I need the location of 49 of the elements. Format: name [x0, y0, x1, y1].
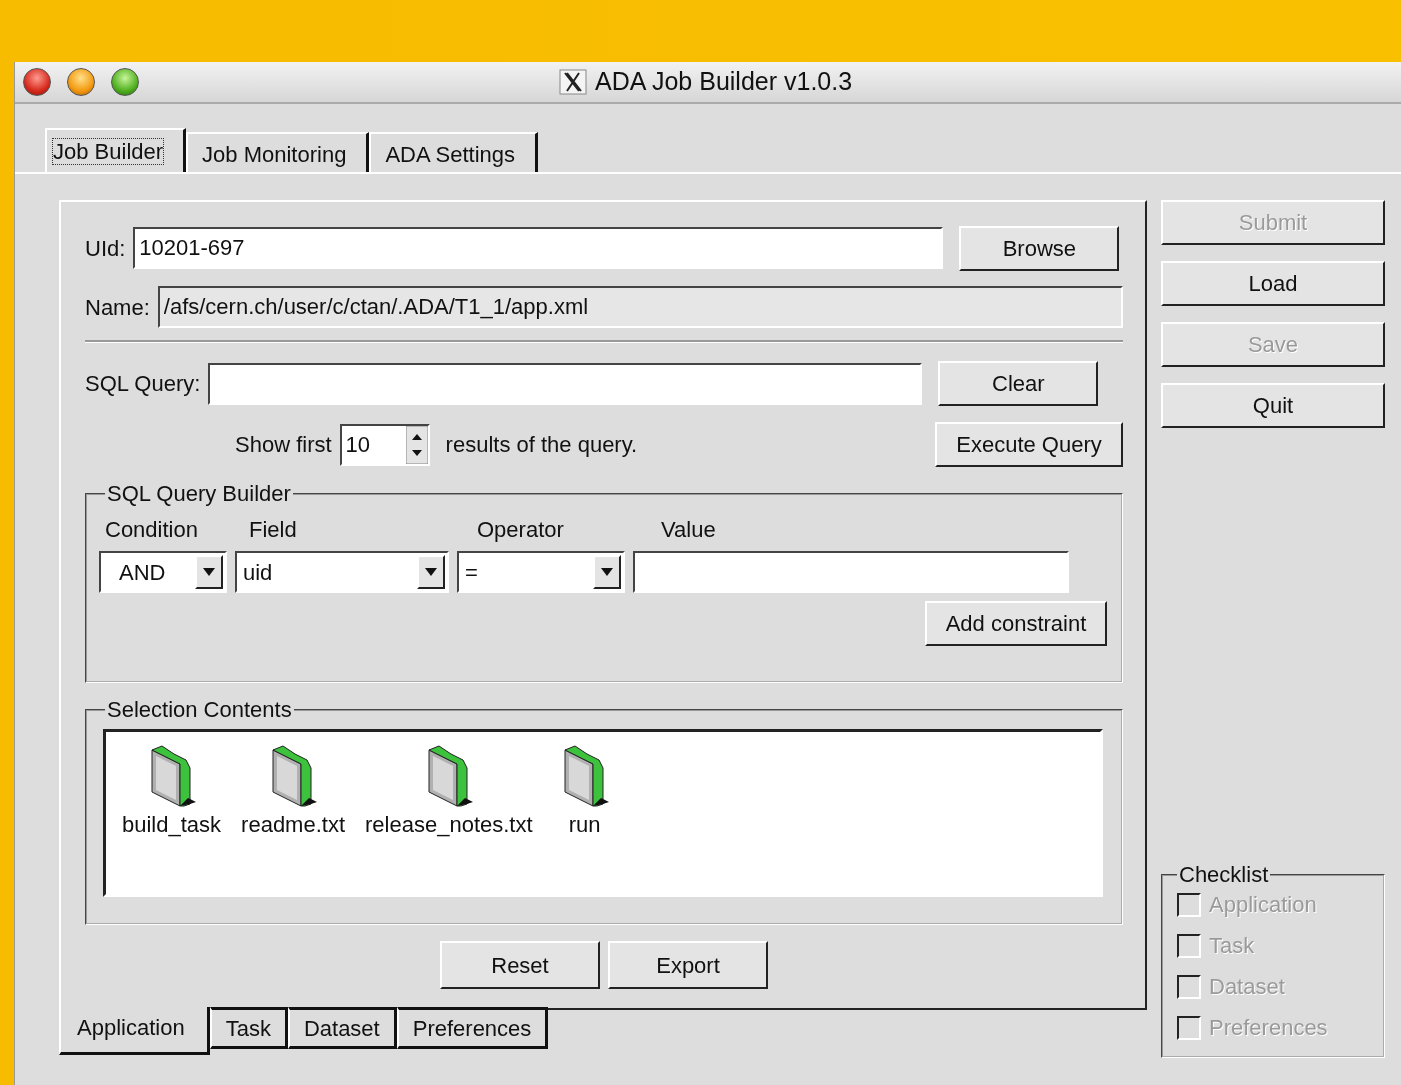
column-header: Field	[249, 517, 297, 542]
tab[interactable]: ADA Settings	[369, 132, 539, 172]
checkbox-label: Preferences	[1209, 1014, 1328, 1042]
operator-select[interactable]: =	[457, 551, 625, 593]
field-select[interactable]: uid	[235, 551, 449, 593]
file-name[interactable]: release_notes.txt	[365, 808, 533, 841]
name-field[interactable]: /afs/cern.ch/user/c/ctan/.ADA/T1_1/app.xml	[157, 286, 1123, 328]
condition-select[interactable]: AND	[99, 551, 227, 593]
add-constraint-button[interactable]: Add constraint	[925, 601, 1107, 646]
browse-button[interactable]: Browse	[959, 225, 1120, 271]
group-title: SQL Query Builder	[106, 483, 292, 505]
file-name[interactable]: build_task	[122, 808, 222, 841]
column-header: Operator	[477, 517, 564, 542]
file-name[interactable]: readme.txt	[241, 808, 345, 841]
checkbox-label: Dataset	[1209, 973, 1285, 1001]
count-spinner[interactable]: 10	[339, 423, 430, 466]
clear-button[interactable]: Clear	[938, 361, 1099, 406]
sql-query-label: SQL Query:	[85, 370, 201, 398]
close-button[interactable]	[23, 68, 51, 96]
group-title: Selection Contents	[106, 699, 293, 721]
execute-query-button[interactable]: Execute Query	[935, 422, 1123, 467]
x-logo-icon	[559, 69, 587, 95]
tab[interactable]: Job Builder	[45, 128, 187, 172]
window-title: ADA Job Builder v1.0.3	[595, 66, 853, 98]
value-field[interactable]	[633, 551, 1069, 593]
tab[interactable]: Job Monitoring	[186, 132, 370, 172]
spin-arrows-icon[interactable]	[405, 425, 428, 464]
tab[interactable]: Task	[209, 1007, 288, 1049]
maximize-button[interactable]	[111, 68, 139, 96]
column-header: Condition	[105, 517, 198, 542]
uid-label: UId:	[85, 234, 126, 263]
file-name[interactable]: run	[568, 808, 601, 841]
side-button[interactable]: Load	[1161, 261, 1385, 306]
panel-button[interactable]: Reset	[440, 941, 600, 989]
tab[interactable]: Dataset	[287, 1007, 397, 1049]
checkbox-label: Application	[1209, 891, 1317, 919]
tab[interactable]: Application	[59, 1007, 210, 1055]
panel-button[interactable]: Export	[608, 941, 768, 989]
name-label: Name:	[85, 293, 150, 322]
side-button[interactable]: Quit	[1161, 383, 1385, 428]
tab[interactable]: Preferences	[396, 1007, 549, 1049]
show-first-label: Show first	[235, 431, 332, 459]
show-first-suffix: results of the query.	[445, 431, 638, 459]
uid-field[interactable]: 10201-697	[133, 227, 944, 269]
sql-query-field[interactable]	[208, 362, 923, 405]
column-header: Value	[661, 517, 716, 542]
minimize-button[interactable]	[67, 68, 95, 96]
group-title: Checklist	[1178, 864, 1270, 886]
checkbox-label: Task	[1209, 932, 1255, 960]
